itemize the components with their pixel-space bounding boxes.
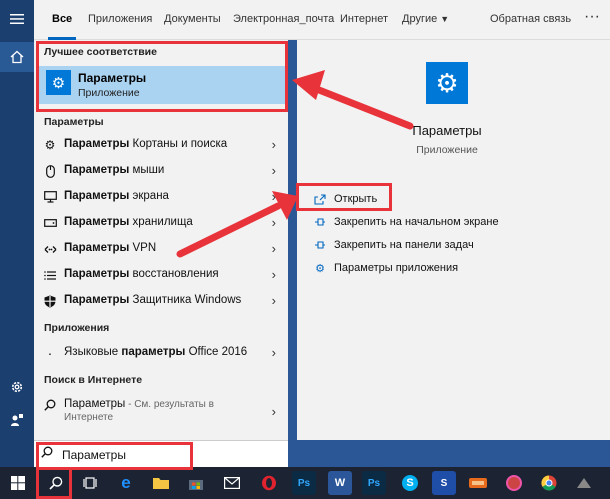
chrome-icon[interactable]	[537, 471, 561, 495]
app-icon-orange[interactable]	[466, 471, 490, 495]
result-recovery[interactable]: Параметры восстановления ›	[34, 262, 288, 288]
chevron-right-icon[interactable]: ›	[272, 345, 276, 360]
home-icon[interactable]	[0, 42, 34, 72]
app-icon-dark[interactable]	[572, 471, 596, 495]
photoshop-icon[interactable]: Ps	[292, 471, 316, 495]
store-icon[interactable]	[184, 471, 208, 495]
highlight-open-action	[296, 183, 392, 211]
detail-app-name: Параметры	[412, 123, 482, 138]
result-display[interactable]: Параметры экрана ›	[34, 184, 288, 210]
result-storage[interactable]: Параметры хранилища ›	[34, 210, 288, 236]
chevron-right-icon[interactable]: ›	[272, 215, 276, 230]
storage-icon	[43, 216, 57, 230]
word-icon[interactable]: W	[328, 471, 352, 495]
detail-app-kind: Приложение	[416, 144, 478, 156]
task-view-icon[interactable]	[78, 471, 102, 495]
tab-all[interactable]: Все	[52, 13, 72, 25]
result-label: Параметры экрана	[64, 190, 169, 202]
result-label: Параметры восстановления	[64, 268, 219, 280]
section-apps: Приложения	[44, 322, 110, 334]
result-label: Языковые параметры Office 2016	[64, 346, 248, 358]
result-label-line2: Интернете	[64, 412, 114, 423]
edge-icon[interactable]: e	[114, 471, 138, 495]
mail-icon[interactable]	[220, 471, 244, 495]
highlight-taskbar-search	[36, 467, 72, 499]
gear-icon: ⚙	[315, 262, 325, 275]
tab-apps[interactable]: Приложения	[88, 13, 152, 25]
vpn-icon	[43, 242, 57, 256]
start-left-rail	[0, 0, 34, 467]
pin-icon	[313, 238, 327, 252]
detail-pane: ⚙ Параметры Приложение Открыть Закрепить…	[297, 40, 610, 440]
sway-icon[interactable]: S	[432, 471, 456, 495]
tab-documents[interactable]: Документы	[164, 13, 221, 25]
file-explorer-icon[interactable]	[149, 471, 173, 495]
chevron-right-icon[interactable]: ›	[272, 189, 276, 204]
chevron-right-icon[interactable]: ›	[272, 267, 276, 282]
result-cortana-search[interactable]: ⚙ Параметры Кортаны и поиска ›	[34, 132, 288, 158]
chevron-right-icon[interactable]: ›	[272, 163, 276, 178]
settings-app-icon: ⚙	[426, 62, 468, 104]
shield-icon	[43, 294, 57, 308]
search-icon	[43, 398, 57, 412]
search-tabs: Все Приложения Документы Электронная_поч…	[34, 0, 610, 40]
chevron-right-icon[interactable]: ›	[272, 293, 276, 308]
result-web-search[interactable]: Параметры - См. результаты в Интернете ›	[34, 392, 288, 432]
action-app-settings[interactable]: ⚙ Параметры приложения	[313, 260, 573, 278]
photoshop-icon-2[interactable]: Ps	[362, 471, 386, 495]
action-label: Параметры приложения	[334, 262, 459, 274]
recovery-icon	[43, 268, 57, 282]
result-label: Параметры хранилища	[64, 216, 193, 228]
tab-email[interactable]: Электронная_почта	[233, 13, 334, 25]
feedback-link[interactable]: Обратная связь	[490, 13, 571, 25]
result-label: Параметры - См. результаты в	[64, 398, 214, 410]
chevron-right-icon[interactable]: ›	[272, 241, 276, 256]
app-icon-circle[interactable]	[502, 471, 526, 495]
action-label: Закрепить на панели задач	[334, 239, 474, 251]
more-options-icon[interactable]: ···	[584, 8, 600, 26]
action-pin-taskbar[interactable]: Закрепить на панели задач	[313, 237, 573, 255]
tab-more-label: Другие	[402, 13, 438, 25]
settings-icon[interactable]	[0, 372, 34, 402]
section-settings: Параметры	[44, 116, 104, 128]
tab-more[interactable]: Другие ▼	[402, 13, 449, 25]
pin-icon	[313, 215, 327, 229]
opera-icon[interactable]	[257, 471, 281, 495]
result-mouse[interactable]: Параметры мыши ›	[34, 158, 288, 184]
tab-web[interactable]: Интернет	[340, 13, 388, 25]
result-vpn[interactable]: Параметры VPN ›	[34, 236, 288, 262]
chevron-right-icon[interactable]: ›	[272, 404, 276, 419]
result-defender[interactable]: Параметры Защитника Windows ›	[34, 288, 288, 314]
action-label: Закрепить на начальном экране	[334, 216, 499, 228]
language-icon: ·	[47, 345, 53, 361]
result-label: Параметры Кортаны и поиска	[64, 138, 228, 150]
highlight-best-match	[36, 41, 288, 112]
menu-icon[interactable]	[0, 4, 34, 34]
result-label: Параметры мыши	[64, 164, 165, 176]
monitor-icon	[43, 190, 57, 204]
feedback-icon[interactable]	[0, 405, 34, 435]
result-label: Параметры Защитника Windows	[64, 294, 242, 306]
action-pin-start[interactable]: Закрепить на начальном экране	[313, 214, 573, 232]
chevron-right-icon[interactable]: ›	[272, 137, 276, 152]
caret-down-icon: ▼	[440, 14, 450, 24]
result-label: Параметры VPN	[64, 242, 157, 254]
mouse-icon	[43, 164, 57, 178]
skype-icon[interactable]: S	[398, 471, 422, 495]
taskbar: e Ps W Ps S S	[0, 467, 610, 499]
section-web: Поиск в Интернете	[44, 374, 143, 386]
result-office-language[interactable]: · Языковые параметры Office 2016 ›	[34, 340, 288, 366]
highlight-search-box	[36, 442, 193, 470]
gear-icon: ⚙	[44, 138, 56, 152]
windows-start-icon[interactable]	[6, 471, 30, 495]
